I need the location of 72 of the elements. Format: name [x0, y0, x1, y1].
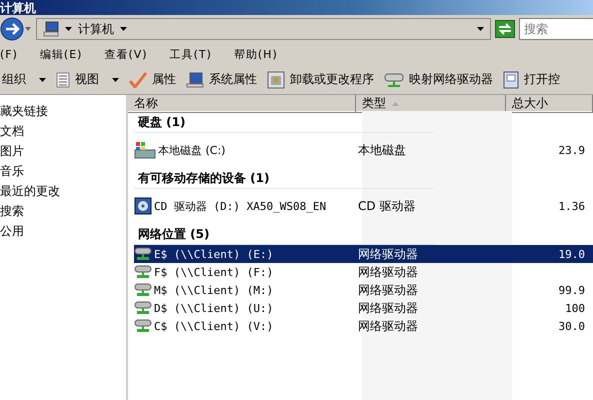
- drive-row[interactable]: M$ (\\Client) (M:) 网络驱动器 99.9: [134, 281, 593, 299]
- drive-size: 19.0: [558, 248, 586, 260]
- menu-item[interactable]: 查看(V): [104, 46, 148, 62]
- drive-row[interactable]: E$ (\\Client) (E:) 网络驱动器 19.0: [134, 245, 593, 263]
- sidebar-link[interactable]: 搜索: [0, 201, 126, 221]
- drive-name: C$ (\\Client) (V:): [134, 319, 356, 333]
- address-path[interactable]: 计算机: [78, 20, 114, 38]
- network-drive-icon: [134, 247, 152, 261]
- dropdown-caret-icon: [120, 27, 127, 31]
- sidebar-link[interactable]: 图片: [0, 141, 126, 161]
- drive-row[interactable]: 本地磁盘 (C:) 本地磁盘 23.9: [134, 133, 593, 167]
- sidebar-link[interactable]: 文档: [0, 121, 126, 141]
- network-drive-icon: [384, 72, 404, 88]
- drive-type: 本地磁盘: [357, 142, 407, 158]
- dropdown-caret-icon: [65, 27, 72, 31]
- drive-name: E$ (\\Client) (E:): [134, 247, 356, 261]
- menu-item[interactable]: 帮助(H): [234, 46, 278, 62]
- checkmark-icon: [129, 72, 147, 88]
- drive-row[interactable]: D$ (\\Client) (U:) 网络驱动器 100: [134, 299, 593, 317]
- drive-name: F$ (\\Client) (F:): [134, 265, 356, 279]
- drive-name: M$ (\\Client) (M:): [134, 283, 356, 297]
- list-view-icon: [56, 72, 70, 88]
- drive-row[interactable]: C$ (\\Client) (V:) 网络驱动器 30.0: [134, 317, 593, 335]
- control-panel-icon: [503, 70, 519, 88]
- sidebar-link[interactable]: 藏夹链接: [0, 101, 126, 121]
- toolbar-button[interactable]: 属性: [127, 71, 178, 88]
- toolbar-button[interactable]: 组织: [0, 71, 48, 88]
- toolbar-button[interactable]: 映射网络驱动器: [382, 71, 495, 88]
- sidebar-link[interactable]: 音乐: [0, 161, 126, 181]
- toolbar-button[interactable]: 视图: [54, 71, 121, 88]
- refresh-button[interactable]: [495, 20, 515, 38]
- drive-type: 网络驱动器: [357, 246, 419, 262]
- computer-icon: [43, 21, 59, 37]
- drive-name: D$ (\\Client) (U:): [134, 301, 356, 315]
- drive-size: 100: [564, 302, 586, 314]
- drive-size: 23.9: [558, 144, 586, 156]
- drive-type: 网络驱动器: [357, 264, 419, 280]
- drive-name: CD 驱动器 (D:) XA50_WS08_EN: [134, 197, 356, 215]
- program-box-icon: [267, 70, 285, 88]
- drive-type: 网络驱动器: [357, 282, 419, 298]
- computer-icon: [186, 72, 204, 88]
- drive-name: 本地磁盘 (C:): [134, 141, 356, 159]
- network-drive-icon: [134, 301, 152, 315]
- search-field[interactable]: 搜索: [519, 18, 593, 40]
- drive-type: 网络驱动器: [357, 318, 419, 334]
- network-drive-icon: [134, 265, 152, 279]
- window-title: 计算机: [0, 0, 36, 14]
- sidebar-link[interactable]: 最近的更改: [0, 181, 126, 201]
- menu-item[interactable]: 工具(T): [170, 46, 212, 62]
- group-header[interactable]: 硬盘 (1): [134, 111, 434, 133]
- drive-type: CD 驱动器: [357, 198, 416, 214]
- drive-row[interactable]: CD 驱动器 (D:) XA50_WS08_EN CD 驱动器 1.36: [134, 189, 593, 223]
- drive-size: 1.36: [558, 200, 586, 212]
- cd-drive-icon: [134, 197, 152, 215]
- column-header[interactable]: 名称: [128, 95, 356, 113]
- hard-disk-icon: [134, 141, 156, 159]
- network-drive-icon: [134, 319, 152, 333]
- toolbar-button[interactable]: 卸载或更改程序: [265, 70, 376, 88]
- sidebar-link[interactable]: 公用: [0, 221, 126, 241]
- menu-item[interactable]: (F): [0, 48, 18, 60]
- menu-item[interactable]: 编辑(E): [40, 46, 82, 62]
- toolbar-button[interactable]: 打开控: [501, 70, 562, 88]
- address-bar[interactable]: 计算机: [36, 18, 491, 40]
- drive-size: 30.0: [558, 320, 586, 332]
- drive-type: 网络驱动器: [357, 300, 419, 316]
- dropdown-caret-icon: [477, 27, 484, 31]
- group-header[interactable]: 有可移动存储的设备 (1): [134, 167, 434, 189]
- drive-row[interactable]: F$ (\\Client) (F:) 网络驱动器: [134, 263, 593, 281]
- network-drive-icon: [134, 283, 152, 297]
- forward-button[interactable]: [0, 16, 32, 42]
- drive-size: 99.9: [558, 284, 586, 296]
- toolbar-button[interactable]: 系统属性: [184, 71, 259, 88]
